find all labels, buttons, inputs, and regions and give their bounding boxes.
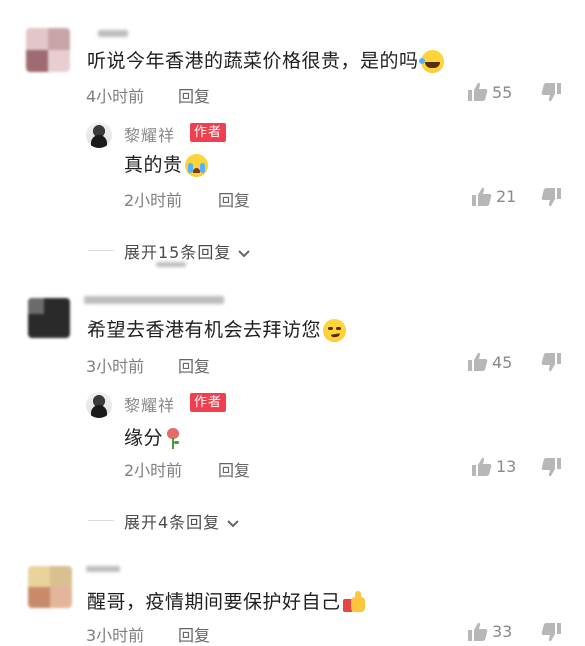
thumbs-up-icon [468, 622, 488, 641]
like-count: 45 [492, 353, 513, 372]
commenter-avatar[interactable] [28, 566, 72, 608]
like-count: 33 [492, 622, 513, 641]
reply-button[interactable]: 回复 [178, 83, 210, 107]
comment-text: 听说今年香港的蔬菜价格很贵，是的吗 [87, 46, 444, 73]
crying-emoji-icon [184, 154, 208, 177]
dislike-button[interactable] [540, 622, 562, 642]
comment-text: 醒哥，疫情期间要保护好自己 [87, 587, 366, 614]
thumbs-up-icon [472, 457, 492, 476]
like-button[interactable] [467, 82, 489, 102]
thumbs-up-icon [468, 352, 488, 371]
reply-text-content: 缘分 [124, 427, 164, 449]
reply-text-content: 真的贵 [124, 154, 183, 176]
reply-author[interactable]: 黎耀祥 [124, 122, 175, 146]
reply-button[interactable]: 回复 [178, 353, 210, 377]
blurred-overlap [156, 262, 186, 267]
thumbs-down-icon [541, 353, 561, 372]
reply-time: 2小时前 [124, 461, 183, 480]
expand-replies-button[interactable]: 展开4条回复 [124, 509, 240, 533]
like-button[interactable] [467, 352, 489, 372]
reply-author[interactable]: 黎耀祥 [124, 392, 175, 416]
reply-button[interactable]: 回复 [218, 187, 250, 211]
rose-emoji-icon [165, 427, 181, 450]
dislike-button[interactable] [540, 82, 562, 102]
like-button[interactable] [471, 187, 493, 207]
thumbs-down-icon [541, 188, 561, 207]
commenter-avatar[interactable] [28, 298, 70, 338]
comment-time: 3小时前 [86, 357, 145, 376]
dislike-button[interactable] [540, 457, 562, 477]
thumbs-down-icon [541, 83, 561, 102]
author-badge: 作者 [190, 393, 227, 412]
thumbs-up-icon [468, 82, 488, 101]
like-count: 55 [492, 83, 513, 102]
author-avatar[interactable] [86, 122, 112, 148]
commenter-name-blurred [98, 30, 128, 37]
commenter-avatar[interactable] [26, 28, 70, 72]
thumbs-down-icon [541, 623, 561, 642]
expand-replies-label: 展开15条回复 [124, 243, 232, 262]
commenter-name-blurred [84, 296, 224, 304]
author-badge: 作者 [190, 123, 227, 142]
thumbs-down-icon [541, 458, 561, 477]
chevron-down-icon [238, 249, 251, 257]
dislike-button[interactable] [540, 352, 562, 372]
comment-text: 希望去香港有机会去拜访您 [87, 315, 347, 342]
reply-text: 缘分 [124, 423, 181, 450]
chevron-down-icon [227, 519, 239, 527]
comment-text-content: 听说今年香港的蔬菜价格很贵，是的吗 [87, 50, 419, 72]
reply-button[interactable]: 回复 [178, 622, 210, 646]
like-button[interactable] [471, 457, 493, 477]
expand-divider [88, 250, 114, 251]
comment-time: 3小时前 [86, 626, 145, 645]
comment-text-content: 醒哥，疫情期间要保护好自己 [87, 591, 341, 613]
like-button[interactable] [467, 622, 489, 642]
laughing-tears-emoji-icon [418, 50, 444, 73]
comment-text-content: 希望去香港有机会去拜访您 [87, 319, 322, 341]
like-count: 13 [496, 457, 517, 476]
commenter-name-blurred [86, 566, 120, 572]
thumbs-up-icon [472, 187, 492, 206]
expand-divider [88, 520, 114, 521]
expand-replies-label: 展开4条回复 [124, 513, 221, 532]
comment-time: 4小时前 [86, 87, 145, 106]
reply-time: 2小时前 [124, 191, 183, 210]
smirk-emoji-icon [323, 319, 347, 342]
like-count: 21 [496, 187, 517, 206]
reply-text: 真的贵 [124, 150, 208, 177]
reply-button[interactable]: 回复 [218, 457, 250, 481]
expand-replies-button[interactable]: 展开15条回复 [124, 239, 251, 263]
muscle-thumbs-emoji-icon [342, 591, 366, 614]
author-avatar[interactable] [86, 392, 112, 418]
dislike-button[interactable] [540, 187, 562, 207]
